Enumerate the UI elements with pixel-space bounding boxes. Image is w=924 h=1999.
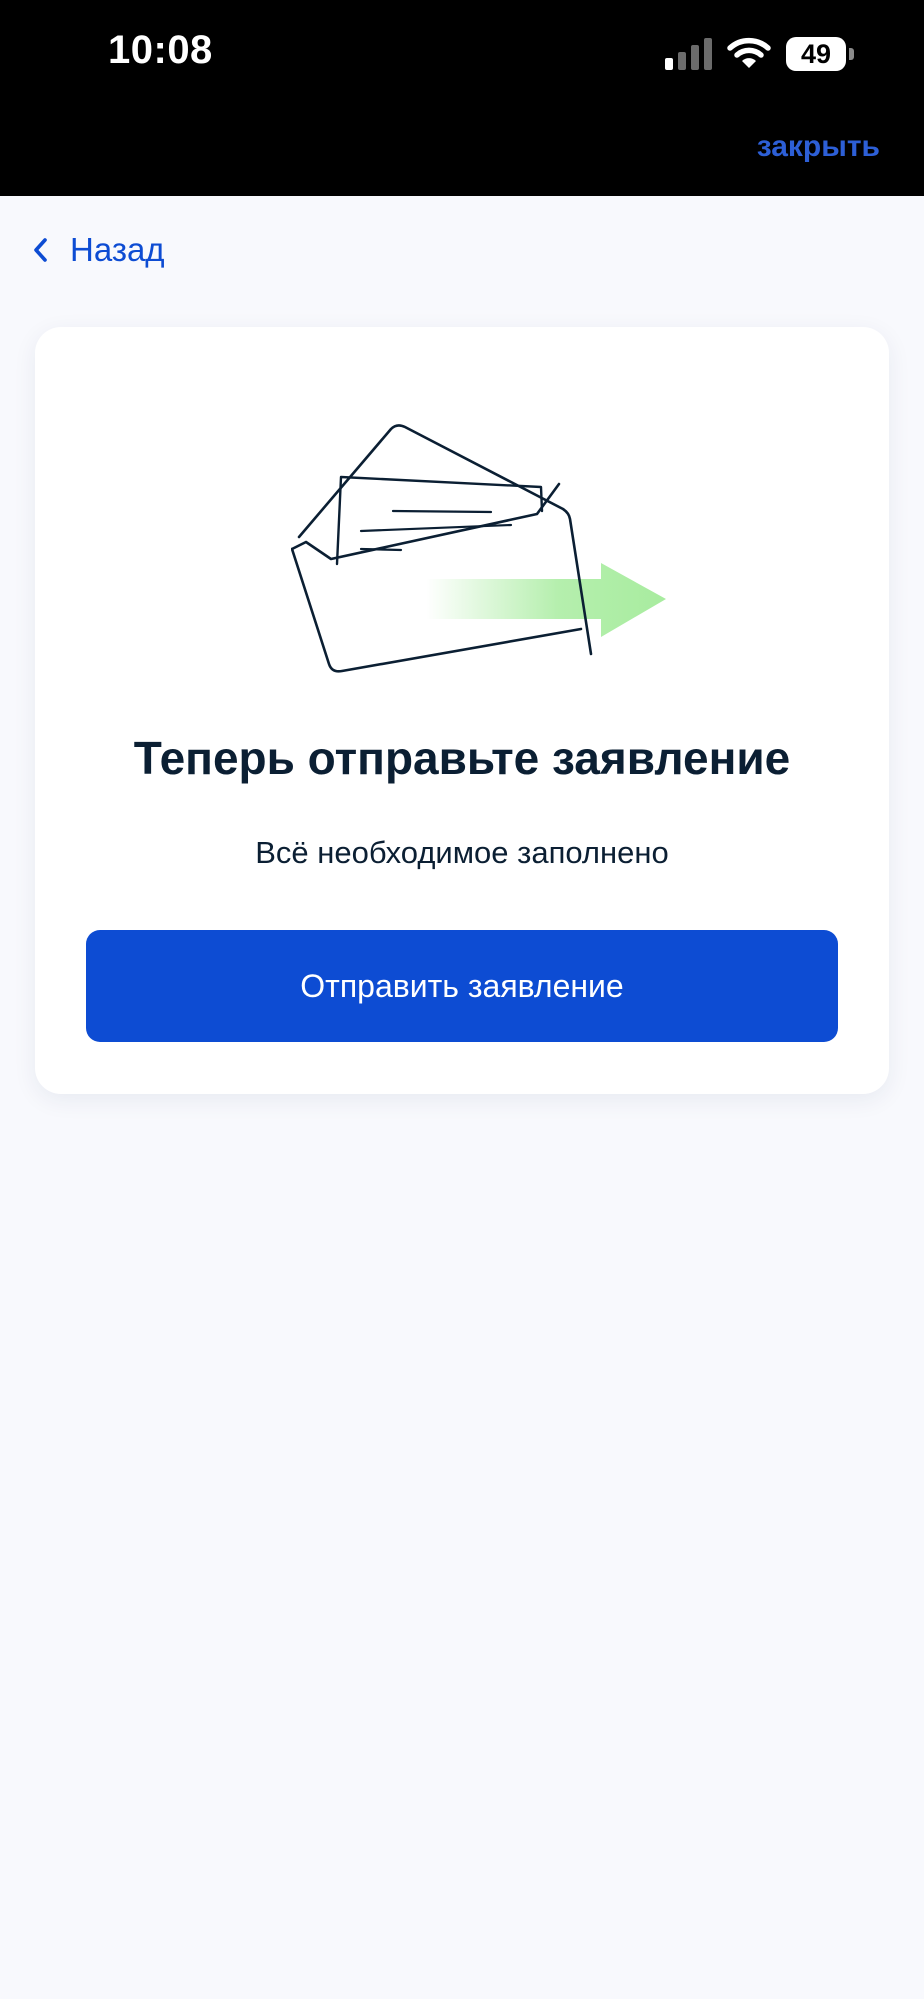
- send-application-button[interactable]: Отправить заявление: [86, 930, 838, 1042]
- envelope-illustration: [291, 424, 666, 673]
- page-subtitle: Всё необходимое заполнено: [255, 835, 669, 870]
- battery-body: 49: [786, 37, 846, 71]
- page-title: Теперь отправьте заявление: [133, 732, 791, 784]
- battery-nub: [849, 48, 854, 60]
- status-time: 10:08: [108, 28, 213, 72]
- signal-icon: [665, 38, 712, 70]
- close-button[interactable]: закрыть: [757, 130, 880, 164]
- back-button[interactable]: Назад: [30, 226, 165, 274]
- battery-icon: 49: [786, 37, 856, 71]
- send-application-card: Теперь отправьте заявление Всё необходим…: [35, 327, 889, 1094]
- wifi-icon: [727, 37, 771, 68]
- top-bar: 10:08 49 закрыть: [0, 0, 924, 196]
- battery-level: 49: [800, 39, 832, 69]
- chevron-left-icon: [34, 238, 47, 262]
- back-label: Назад: [70, 231, 165, 268]
